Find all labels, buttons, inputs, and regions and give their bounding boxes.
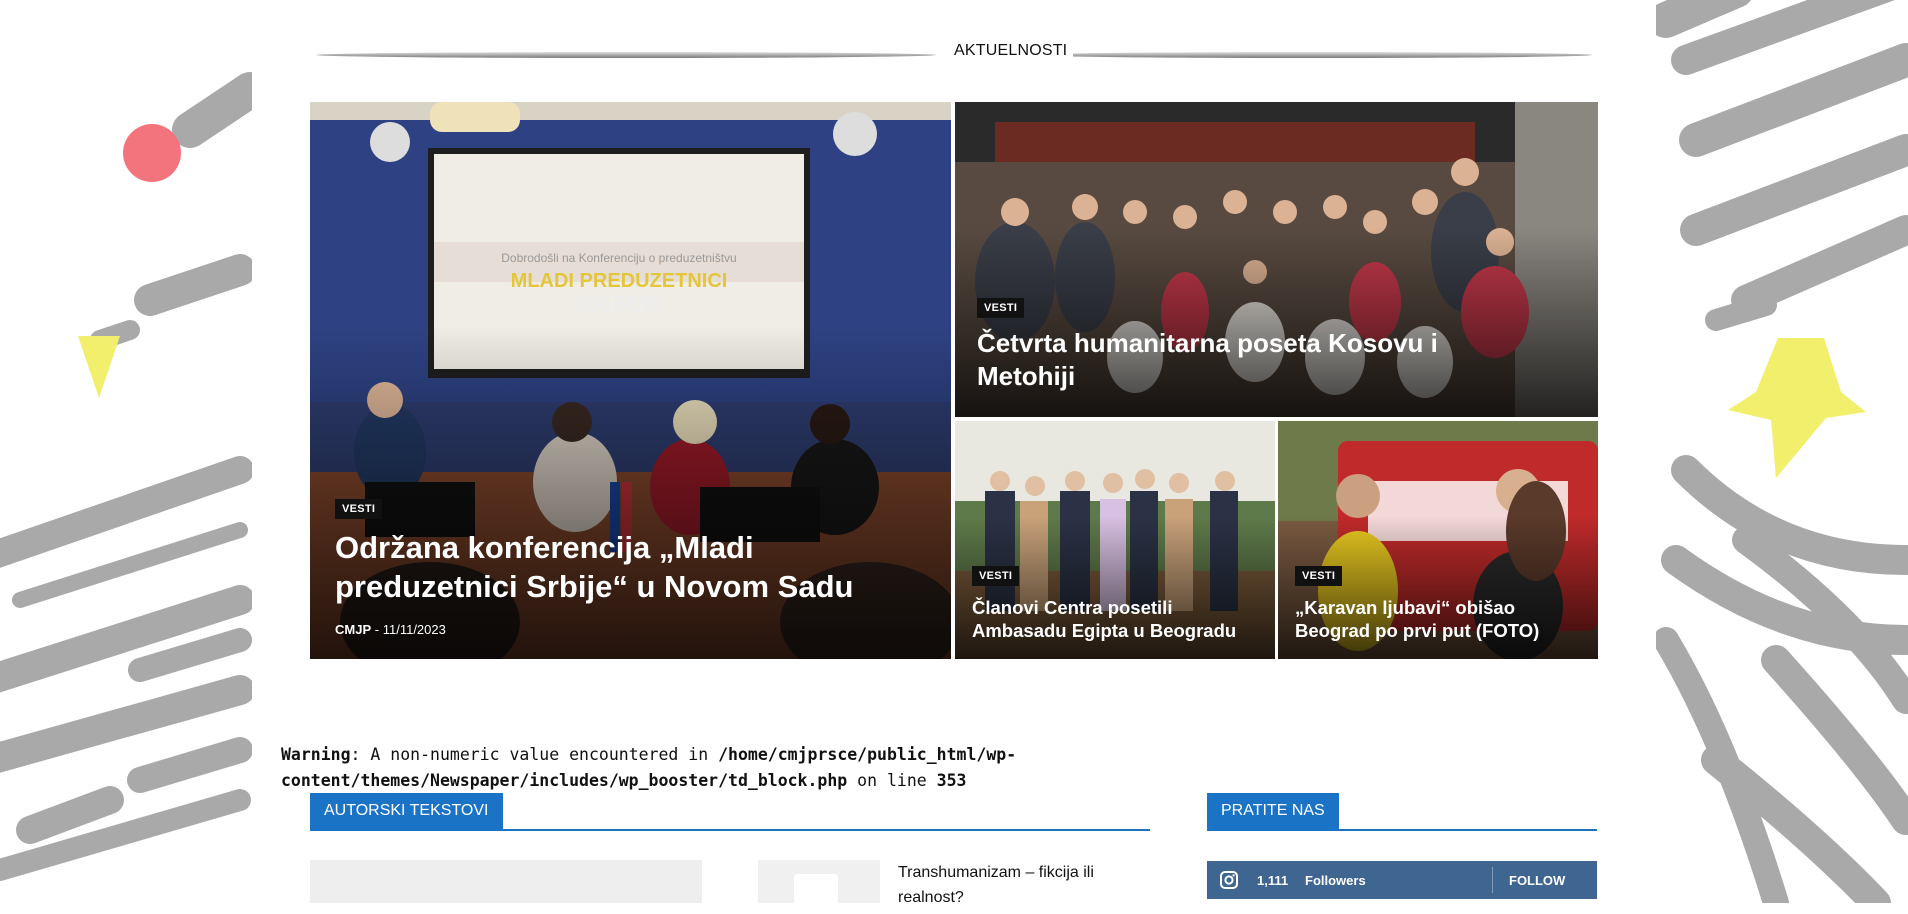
news-meta: CMJP - 11/11/2023: [335, 622, 446, 637]
block-title-follow: PRATITE NAS: [1207, 793, 1339, 829]
news-title-egypt[interactable]: Članovi Centra posetili Ambasadu Egipta …: [972, 596, 1262, 642]
category-badge[interactable]: VESTI: [972, 566, 1020, 586]
category-badge[interactable]: VESTI: [1295, 566, 1343, 586]
news-author[interactable]: CMJP: [335, 622, 371, 637]
slide-welcome-text: Dobrodošli na Konferenciju o preduzetniš…: [501, 251, 736, 265]
follower-label: Followers: [1305, 873, 1366, 888]
php-warning-message: Warning: A non-numeric value encountered…: [281, 742, 1181, 794]
block-header-follow: PRATITE NAS: [1207, 793, 1597, 831]
meta-separator: -: [374, 622, 380, 637]
slide-headline-text: MLADI PREDUZETNICI: [511, 270, 728, 292]
news-tile-main[interactable]: Dobrodošli na Konferenciju o preduzetniš…: [310, 102, 951, 659]
category-badge[interactable]: VESTI: [977, 298, 1025, 318]
warning-text-1: : A non-numeric value encountered in: [350, 745, 719, 764]
right-decorative-background: [1656, 0, 1908, 903]
category-badge[interactable]: VESTI: [335, 499, 383, 519]
slide-country-text: SRBIJE: [576, 291, 663, 318]
warning-text-2: on line: [847, 771, 937, 790]
author-post-thumbnail-large[interactable]: [310, 860, 702, 903]
left-pattern-graphic: [0, 72, 252, 881]
author-post-thumbnail[interactable]: [758, 860, 880, 914]
block-title-authors[interactable]: AUTORSKI TEKSTOVI: [310, 793, 503, 829]
follow-button[interactable]: FOLLOW: [1509, 873, 1565, 888]
news-date: 11/11/2023: [382, 622, 446, 637]
news-title-main[interactable]: Održana konferencija „Mladi preduzetnici…: [335, 529, 895, 607]
follow-separator: [1492, 867, 1493, 893]
news-title-karavan[interactable]: „Karavan ljubavi“ obišao Beograd po prvi…: [1295, 596, 1585, 642]
instagram-icon: [1220, 871, 1238, 889]
section-title-text: AKTUELNOSTI: [948, 42, 1074, 60]
news-tile-egypt-embassy[interactable]: VESTI Članovi Centra posetili Ambasadu E…: [955, 421, 1275, 659]
warning-line-number: 353: [936, 771, 967, 790]
placeholder-image-icon: [794, 874, 838, 914]
right-pattern-graphic: [1656, 0, 1908, 903]
title-divider-right: [1032, 52, 1592, 58]
tile-gradient: [310, 324, 951, 659]
section-title-aktuelnosti: AKTUELNOSTI: [316, 36, 1592, 66]
block-header-authors: AUTORSKI TEKSTOVI: [310, 793, 1150, 831]
warning-label: Warning: [281, 745, 351, 764]
news-tile-kosovo[interactable]: VESTI Četvrta humanitarna poseta Kosovu …: [955, 102, 1598, 417]
news-tile-karavan[interactable]: VESTI „Karavan ljubavi“ obišao Beograd p…: [1278, 421, 1598, 659]
news-title-kosovo[interactable]: Četvrta humanitarna poseta Kosovu i Meto…: [977, 327, 1537, 392]
page-content: AKTUELNOSTI Dobrodošli na Konferenciju o…: [252, 0, 1656, 914]
follower-count: 1,111: [1257, 873, 1289, 888]
title-divider-left: [316, 52, 936, 58]
left-decorative-background: [0, 0, 252, 903]
instagram-follow-bar[interactable]: 1,111 Followers FOLLOW: [1207, 861, 1597, 899]
